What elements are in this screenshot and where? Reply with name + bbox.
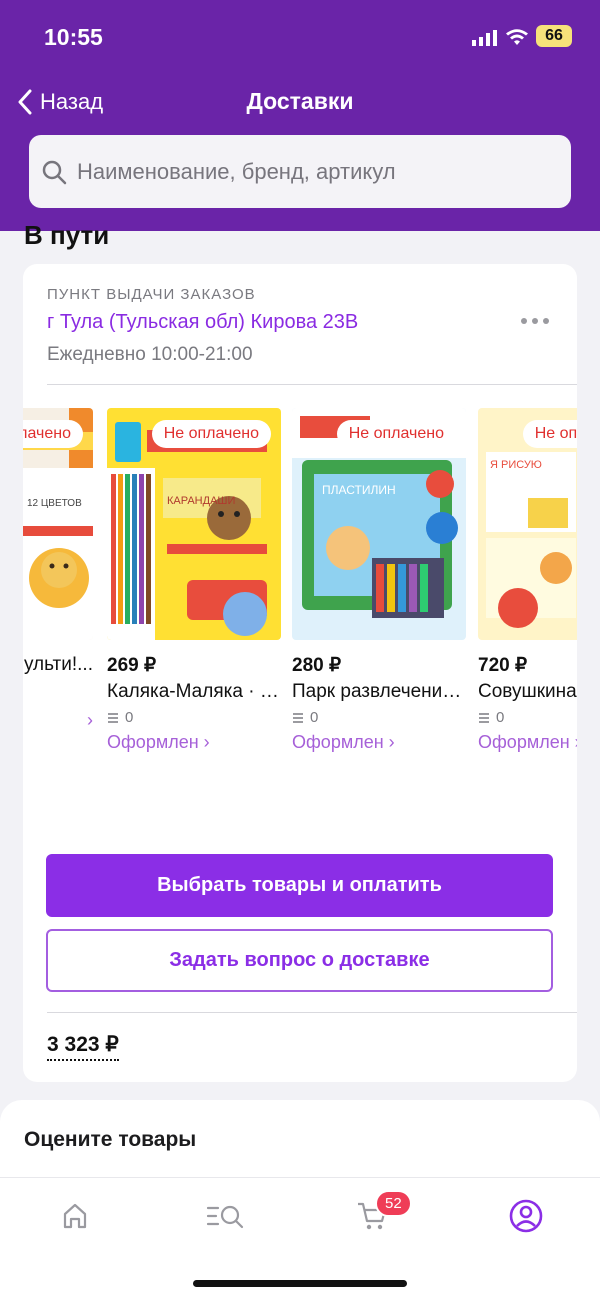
ask-delivery-question-button[interactable]: Задать вопрос о доставке (46, 929, 553, 992)
pickup-hours: Ежедневно 10:00-21:00 (47, 344, 253, 365)
rate-products-title: Оцените товары (24, 1128, 197, 1151)
product-status[interactable]: Оформлен › (107, 732, 281, 753)
product-name: Мульти!... (23, 654, 93, 675)
tab-bar: 52 (0, 1177, 600, 1298)
status-bar: 10:55 66 (0, 22, 600, 52)
product-count-value: 0 (125, 709, 134, 726)
more-options-icon[interactable] (521, 318, 549, 324)
product-name: Каляка-Маляка · Карандаши (107, 681, 281, 702)
delivery-card: ПУНКТ ВЫДАЧИ ЗАКАЗОВ г Тула (Тульская об… (23, 264, 577, 1082)
product-price: 280 ₽ (292, 655, 342, 676)
app-header: 10:55 66 Назад Доставки Наименование, бр… (0, 0, 600, 231)
list-icon (479, 712, 489, 723)
pickup-label: ПУНКТ ВЫДАЧИ ЗАКАЗОВ (47, 286, 256, 303)
product-image: Я РИСУЮ Не оплачено (478, 408, 577, 640)
product-card[interactable]: Я РИСУЮ Не оплачено 720 ₽ Совушкина 0 Оф… (478, 408, 577, 753)
product-count: 0 (107, 709, 281, 726)
section-title: В пути (24, 220, 110, 250)
svg-text:ПЛАСТИЛИН: ПЛАСТИЛИН (322, 483, 396, 497)
order-total[interactable]: 3 323 ₽ (47, 1032, 119, 1061)
profile-icon (509, 1199, 543, 1233)
svg-text:Я РИСУЮ: Я РИСУЮ (490, 459, 542, 471)
unpaid-badge: Не оплачено (522, 420, 577, 448)
unpaid-badge: Не оплачено (23, 420, 83, 448)
product-image: ПЛАСТИЛИН Не оплачено (292, 408, 466, 640)
list-icon (108, 712, 118, 723)
product-count: 0 (292, 709, 466, 726)
wifi-icon (506, 29, 528, 45)
divider (47, 1012, 577, 1013)
search-input[interactable]: Наименование, бренд, артикул (29, 135, 571, 208)
product-price: 720 ₽ (478, 655, 528, 676)
products-carousel[interactable]: 12 ЦВЕТОВ Не оплачено Мульти!... › (23, 408, 577, 768)
product-status[interactable]: Оформлен › (478, 732, 577, 753)
catalog-search-icon (206, 1205, 244, 1229)
home-indicator (193, 1280, 407, 1287)
unpaid-badge: Не оплачено (151, 420, 271, 448)
svg-text:12 ЦВЕТОВ: 12 ЦВЕТОВ (27, 498, 82, 509)
tab-home[interactable] (55, 1196, 95, 1236)
product-count-value: 0 (310, 709, 319, 726)
battery-indicator: 66 (536, 25, 572, 47)
product-status[interactable]: Оформлен › (292, 732, 466, 753)
unpaid-badge: Не оплачено (336, 420, 456, 448)
tab-profile[interactable] (506, 1196, 546, 1236)
svg-text:КАРАНДАШИ: КАРАНДАШИ (167, 495, 235, 507)
product-count: 0 (478, 709, 577, 726)
select-and-pay-button[interactable]: Выбрать товары и оплатить (46, 854, 553, 917)
search-icon (42, 160, 67, 184)
product-name: Парк развлечений пластилин (292, 681, 466, 702)
cart-count-badge: 52 (375, 1190, 412, 1217)
search-placeholder: Наименование, бренд, артикул (77, 158, 396, 184)
product-card[interactable]: ПЛАСТИЛИН Не оплачено 280 ₽ Парк развлеч… (292, 408, 466, 753)
product-status[interactable]: › (23, 710, 93, 731)
product-price: 269 ₽ (107, 655, 157, 676)
tab-catalog[interactable] (205, 1196, 245, 1236)
status-time: 10:55 (44, 24, 103, 50)
divider (47, 384, 577, 385)
page-title: Доставки (246, 88, 354, 114)
list-icon (293, 712, 303, 723)
product-count-value: 0 (496, 709, 505, 726)
home-icon (63, 1203, 87, 1229)
signal-icon (472, 30, 497, 46)
nav-bar: Назад Доставки (0, 86, 600, 118)
product-image: 12 ЦВЕТОВ Не оплачено (23, 408, 93, 640)
pickup-address[interactable]: г Тула (Тульская обл) Кирова 23В (47, 311, 358, 334)
product-name: Совушкина (478, 681, 577, 702)
product-card[interactable]: 12 ЦВЕТОВ Не оплачено Мульти!... › (23, 408, 93, 731)
product-image: КАРАНДАШИ Не оплачено (107, 408, 281, 640)
product-card[interactable]: КАРАНДАШИ Не оплачено 269 ₽ Каляка-Маляк… (107, 408, 281, 753)
